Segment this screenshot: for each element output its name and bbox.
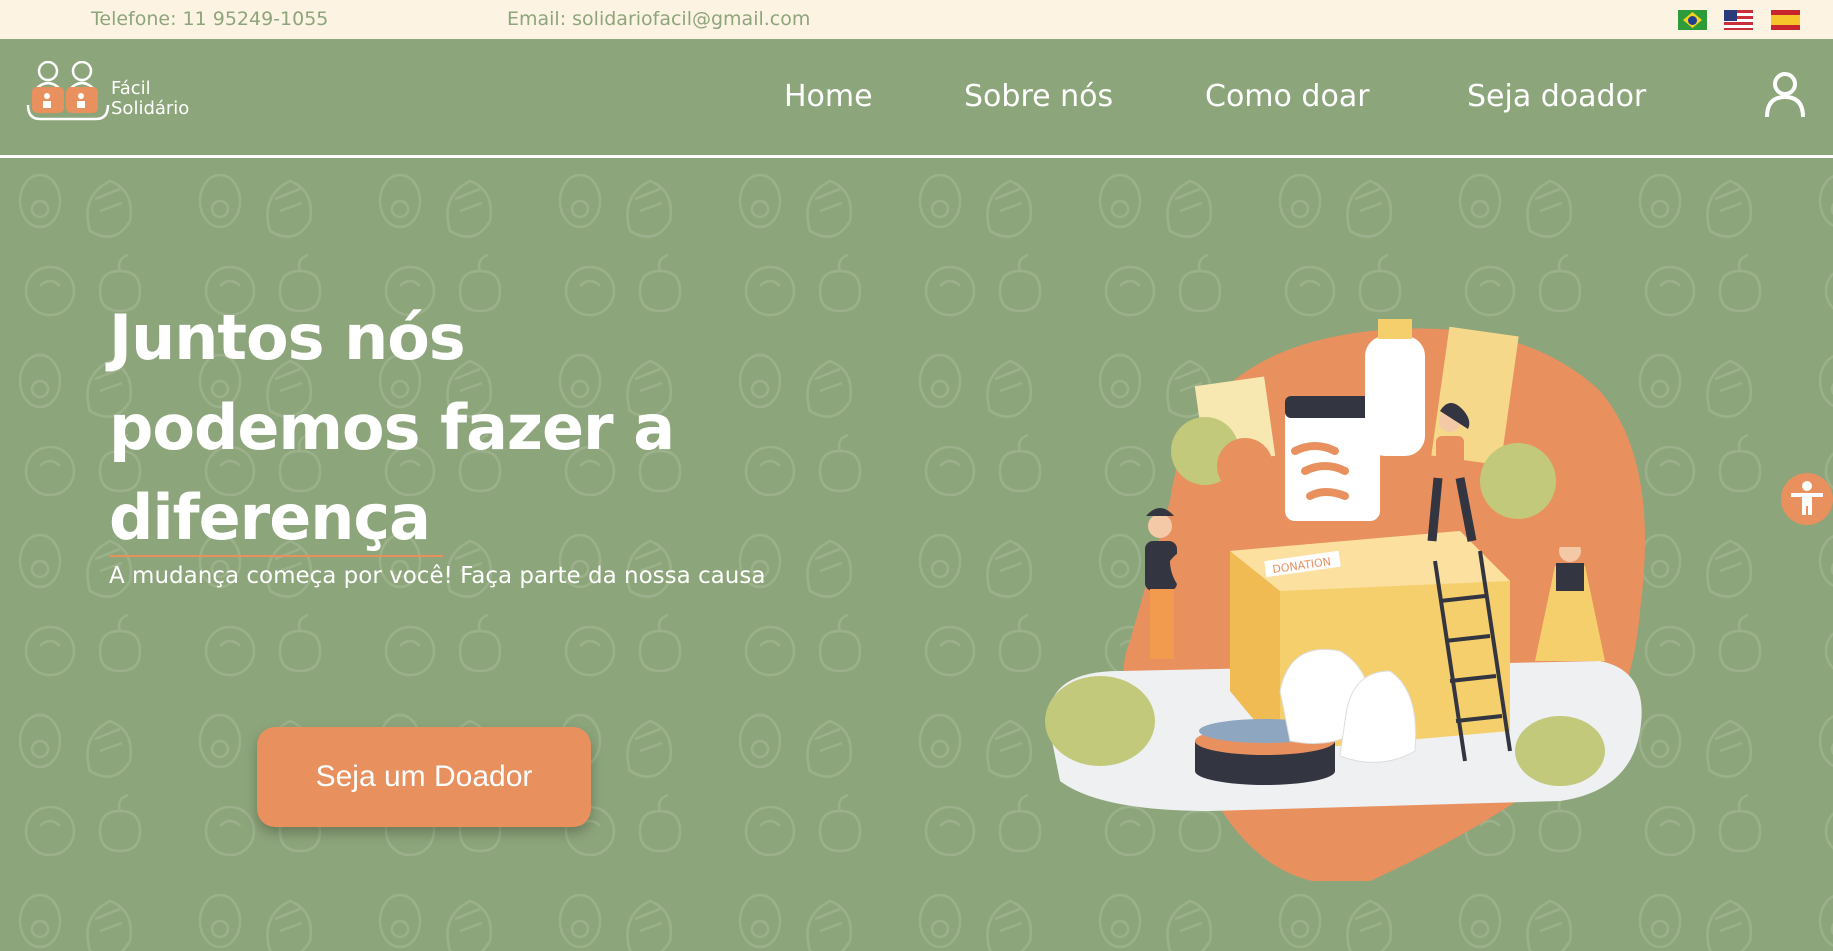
user-icon[interactable]: [1764, 71, 1806, 119]
nav-about-link[interactable]: Sobre nós: [964, 79, 1113, 114]
logo-line2: Solidário: [111, 98, 190, 119]
logo-line1: Fácil: [111, 78, 151, 99]
nav-become-donor-link[interactable]: Seja doador: [1467, 79, 1646, 114]
nav-how-to-donate-link[interactable]: Como doar: [1205, 79, 1370, 114]
logo-text: Fácil Solidário: [111, 79, 189, 119]
phone-text: Telefone: 11 95249-1055: [91, 8, 329, 30]
hero-section: Juntos nós podemos fazer a diferença A m…: [0, 161, 1833, 951]
donation-illustration-icon: DONATION: [1045, 319, 1645, 881]
hero-headline: Juntos nós podemos fazer a diferença: [109, 301, 675, 554]
nav-home-link[interactable]: Home: [784, 79, 873, 114]
top-contact-bar: Telefone: 11 95249-1055 Email: solidario…: [0, 0, 1833, 39]
logo-icon: [26, 61, 110, 121]
flag-brazil-icon[interactable]: [1678, 10, 1707, 30]
main-navbar: Fácil Solidário Home Sobre nós Como doar…: [0, 39, 1833, 158]
flag-spain-icon[interactable]: [1771, 10, 1800, 30]
flag-usa-icon[interactable]: [1724, 10, 1753, 30]
hero-subtext: A mudança começa por você! Faça parte da…: [109, 563, 766, 589]
email-text: Email: solidariofacil@gmail.com: [507, 8, 811, 30]
become-donor-button[interactable]: Seja um Doador: [257, 727, 591, 827]
accessibility-icon[interactable]: [1781, 473, 1833, 525]
headline-underline: [109, 555, 443, 557]
logo[interactable]: Fácil Solidário: [26, 61, 206, 131]
